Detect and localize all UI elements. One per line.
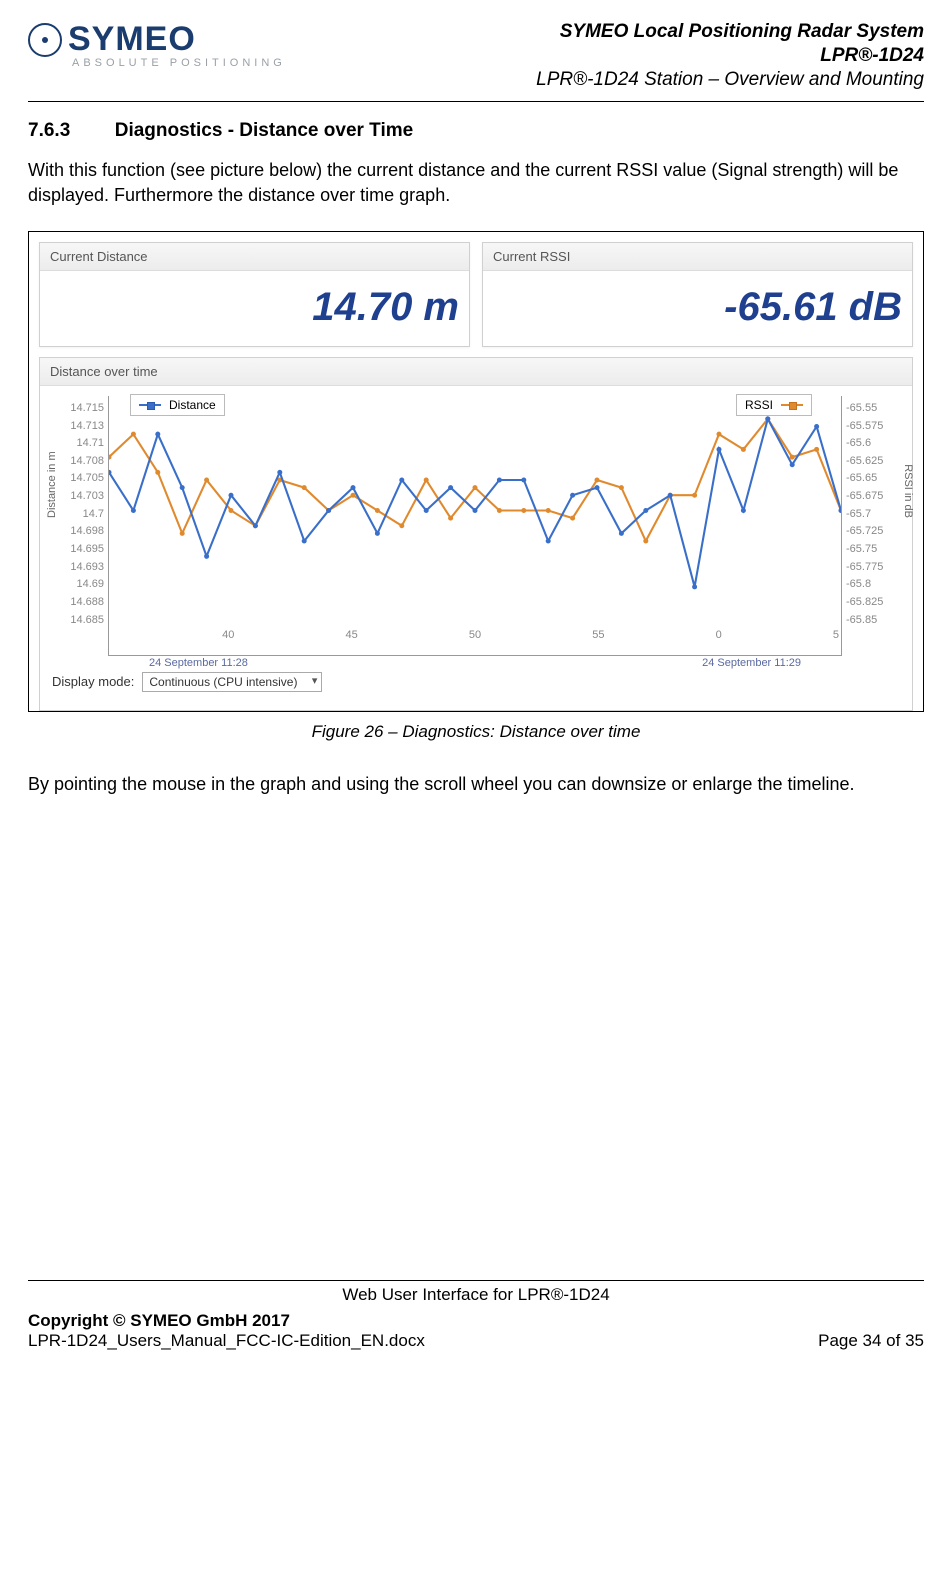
plot-canvas[interactable]: 4045505505 24 September 11:28 24 Septemb… <box>108 396 842 656</box>
x-timestamp-left: 24 September 11:28 <box>149 657 248 673</box>
current-distance-value: 14.70 m <box>312 285 459 329</box>
section-heading: 7.6.3 Diagnostics - Distance over Time <box>28 120 924 142</box>
section-number: 7.6.3 <box>28 120 70 142</box>
display-mode-label: Display mode: <box>52 674 134 689</box>
logo-icon <box>28 23 62 57</box>
logo: SYMEO ABSOLUTE POSITIONING <box>28 20 286 69</box>
panel-current-rssi-title: Current RSSI <box>483 243 912 271</box>
y-axis-right-ticks: -65.55-65.575-65.6-65.625-65.65-65.675-6… <box>842 396 906 656</box>
footer-rule <box>28 1280 924 1281</box>
header-line-3: LPR®-1D24 Station – Overview and Mountin… <box>536 68 924 92</box>
x-axis-timestamps: 24 September 11:28 24 September 11:29 <box>109 657 841 673</box>
x-axis-ticks: 4045505505 <box>109 625 841 655</box>
footer-center: Web User Interface for LPR®-1D24 <box>28 1285 924 1305</box>
header-right: SYMEO Local Positioning Radar System LPR… <box>536 20 924 91</box>
panel-current-rssi: Current RSSI -65.61 dB <box>482 242 913 347</box>
footer-copyright: Copyright © SYMEO GmbH 2017 <box>28 1311 425 1331</box>
display-mode-value: Continuous (CPU intensive) <box>149 675 297 689</box>
follow-paragraph: By pointing the mouse in the graph and u… <box>28 772 924 796</box>
panel-current-distance-title: Current Distance <box>40 243 469 271</box>
current-rssi-value: -65.61 dB <box>724 285 902 329</box>
section-title: Diagnostics - Distance over Time <box>115 120 413 141</box>
page-header: SYMEO ABSOLUTE POSITIONING SYMEO Local P… <box>28 20 924 91</box>
panel-distance-over-time-title: Distance over time <box>40 358 912 386</box>
intro-paragraph: With this function (see picture below) t… <box>28 158 924 207</box>
logo-word: SYMEO <box>68 20 196 59</box>
panel-distance-over-time: Distance over time Distance RSSI Distanc… <box>39 357 913 711</box>
figure-caption: Figure 26 – Diagnostics: Distance over t… <box>28 722 924 742</box>
footer-page-number: Page 34 of 35 <box>818 1331 924 1351</box>
chart[interactable]: Distance RSSI Distance in m RSSI in dB 1… <box>40 386 912 662</box>
plot-svg <box>109 396 841 625</box>
y-axis-left-ticks: 14.71514.71314.7114.70814.70514.70314.71… <box>46 396 108 656</box>
panel-current-distance: Current Distance 14.70 m <box>39 242 470 347</box>
x-timestamp-right: 24 September 11:29 <box>702 657 801 673</box>
display-mode-select[interactable]: Continuous (CPU intensive) <box>142 672 322 692</box>
header-rule <box>28 101 924 102</box>
footer-filename: LPR-1D24_Users_Manual_FCC-IC-Edition_EN.… <box>28 1331 425 1351</box>
footer-row: Copyright © SYMEO GmbH 2017 LPR-1D24_Use… <box>28 1311 924 1351</box>
header-line-2: LPR®-1D24 <box>536 44 924 68</box>
figure-frame: Current Distance 14.70 m Current RSSI -6… <box>28 231 924 712</box>
logo-subtext: ABSOLUTE POSITIONING <box>72 57 286 69</box>
header-line-1: SYMEO Local Positioning Radar System <box>536 20 924 44</box>
